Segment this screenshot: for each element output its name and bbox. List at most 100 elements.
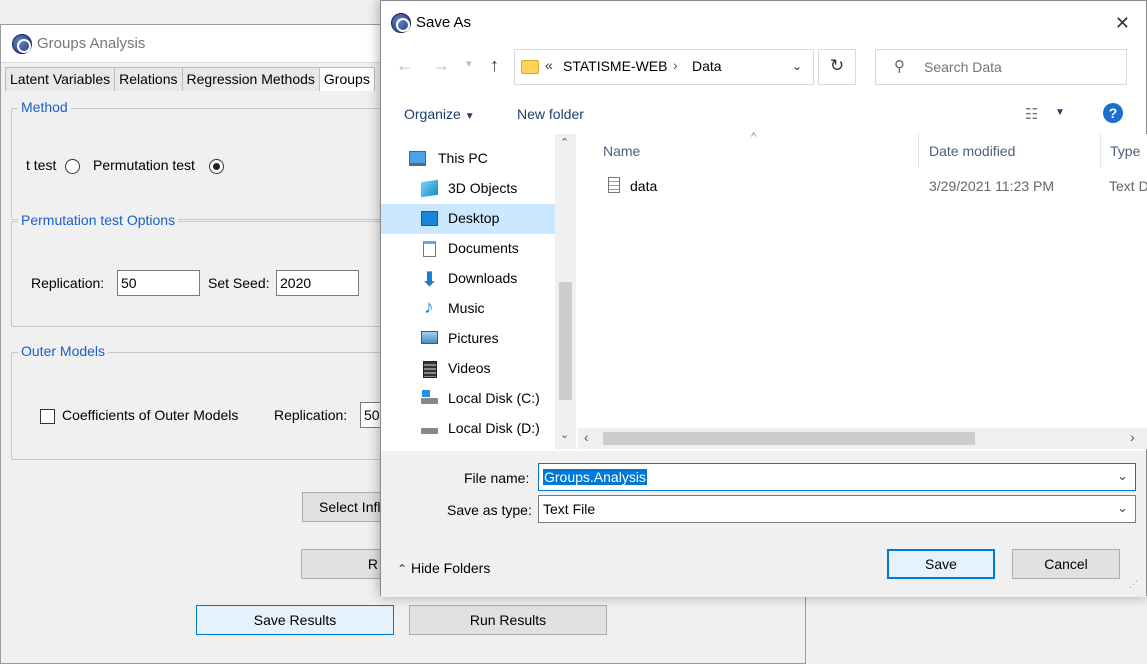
outer-replication-label: Replication: xyxy=(274,407,348,423)
nav-item-label: Local Disk (C:) xyxy=(448,390,540,406)
address-dropdown-icon[interactable]: ⌄ xyxy=(792,59,802,73)
hide-folders-toggle[interactable]: ⌃ Hide Folders xyxy=(397,560,490,576)
cancel-button[interactable]: Cancel xyxy=(1012,549,1120,579)
new-folder-button[interactable]: New folder xyxy=(517,106,584,122)
pc-icon xyxy=(409,151,426,166)
file-name-field[interactable]: Groups.Analysis ⌄ xyxy=(538,463,1136,491)
nav-item-this-pc[interactable]: This PC xyxy=(381,144,555,174)
app-logo-icon xyxy=(391,13,411,33)
nav-item-label: Downloads xyxy=(448,270,518,286)
nav-item-documents[interactable]: Documents xyxy=(381,234,555,264)
address-row: ← → ▾ ↑ « STATISME-WEB › Data ⌄ ↻ ⚲ xyxy=(381,45,1146,89)
dialog-toolbar: Organize ▼ New folder ☷ ▼ ? xyxy=(381,97,1146,133)
nav-item-local-disk-d[interactable]: Local Disk (D:) xyxy=(381,414,555,444)
nav-scrollbar[interactable]: ⌃ ⌄ xyxy=(555,134,576,449)
organize-label: Organize xyxy=(404,106,461,122)
recent-chevron-icon[interactable]: ▾ xyxy=(466,57,472,70)
address-overflow[interactable]: « xyxy=(545,57,553,73)
tab-latent-variables[interactable]: Latent Variables xyxy=(5,67,116,91)
file-row[interactable]: data 3/29/2021 11:23 PM Text D xyxy=(598,175,1147,199)
nav-item-label: 3D Objects xyxy=(448,180,518,196)
save-as-dialog: Save As ✕ ← → ▾ ↑ « STATISME-WEB › Data … xyxy=(380,0,1147,597)
nav-item-pictures[interactable]: Pictures xyxy=(381,324,555,354)
dialog-title-bar: Save As ✕ xyxy=(381,1,1146,45)
help-icon[interactable]: ? xyxy=(1103,103,1123,123)
save-results-button[interactable]: Save Results xyxy=(196,605,394,635)
dialog-title: Save As xyxy=(416,14,472,31)
drive-icon xyxy=(421,428,438,434)
breadcrumb-statisme-web[interactable]: STATISME-WEB xyxy=(563,58,667,74)
outer-models-legend: Outer Models xyxy=(18,343,109,359)
forward-arrow-icon[interactable]: → xyxy=(432,55,450,76)
address-bar[interactable]: « STATISME-WEB › Data ⌄ xyxy=(514,49,814,85)
search-input[interactable] xyxy=(922,56,1117,78)
outer-models-checkbox[interactable] xyxy=(40,409,55,424)
refresh-button[interactable]: ↻ xyxy=(818,49,856,85)
save-as-type-label: Save as type: xyxy=(447,502,532,518)
nav-item-local-disk-c[interactable]: Local Disk (C:) xyxy=(381,384,555,414)
organize-menu[interactable]: Organize ▼ xyxy=(404,106,475,122)
nav-item-music[interactable]: ♪ Music xyxy=(381,294,555,324)
document-icon xyxy=(423,241,436,257)
nav-item-label: Local Disk (D:) xyxy=(448,420,540,436)
sort-ascending-icon: ^ xyxy=(751,131,757,143)
desktop-icon xyxy=(421,211,438,226)
run-results-button[interactable]: Run Results xyxy=(409,605,607,635)
cube-icon xyxy=(421,179,438,198)
tab-regression-methods[interactable]: Regression Methods xyxy=(181,67,320,91)
permutation-test-radio[interactable] xyxy=(209,159,224,174)
view-options-icon[interactable]: ☷ xyxy=(1025,105,1038,123)
set-seed-label: Set Seed: xyxy=(208,275,270,291)
replication-label: Replication: xyxy=(31,275,105,291)
seed-input[interactable] xyxy=(276,270,359,296)
hscroll-thumb[interactable] xyxy=(603,432,975,445)
save-button[interactable]: Save xyxy=(887,549,995,579)
permutation-options-legend: Permutation test Options xyxy=(18,212,179,228)
file-type: Text D xyxy=(1109,178,1147,194)
file-list-hscrollbar[interactable]: ‹ › xyxy=(578,428,1147,449)
music-note-icon: ♪ xyxy=(424,297,434,318)
back-arrow-icon[interactable]: ← xyxy=(396,55,414,76)
tab-relations[interactable]: Relations xyxy=(114,67,183,91)
close-icon[interactable]: ✕ xyxy=(1115,13,1130,34)
t-test-radio[interactable] xyxy=(65,159,80,174)
chevron-down-icon[interactable]: ⌄ xyxy=(1117,468,1128,484)
up-arrow-icon[interactable]: ↑ xyxy=(490,55,499,76)
nav-item-label: Music xyxy=(448,300,485,316)
chevron-down-icon[interactable]: ⌄ xyxy=(1117,500,1128,516)
film-icon xyxy=(423,361,437,378)
nav-item-label: Desktop xyxy=(448,210,500,226)
nav-scroll-thumb[interactable] xyxy=(559,282,572,400)
column-separator xyxy=(918,134,919,168)
search-box[interactable]: ⚲ xyxy=(875,49,1127,85)
scroll-left-icon[interactable]: ‹ xyxy=(584,429,589,445)
breadcrumb-data[interactable]: Data xyxy=(692,58,722,74)
file-name-label: File name: xyxy=(464,470,530,486)
file-name-value: Groups.Analysis xyxy=(543,469,647,485)
column-header-name[interactable]: Name xyxy=(603,143,640,159)
app-logo-icon xyxy=(12,34,32,54)
permutation-test-label: Permutation test xyxy=(93,157,195,173)
nav-item-3d-objects[interactable]: 3D Objects xyxy=(381,174,555,204)
column-header-date-modified[interactable]: Date modified xyxy=(929,143,1015,159)
file-date-modified: 3/29/2021 11:23 PM xyxy=(929,178,1055,194)
navigation-pane: This PC 3D Objects Desktop Documents ⬇ D… xyxy=(381,134,576,449)
nav-item-desktop[interactable]: Desktop xyxy=(381,204,555,234)
view-chevron-down-icon[interactable]: ▼ xyxy=(1055,107,1065,118)
nav-item-label: Videos xyxy=(448,360,491,376)
tab-bar: Latent Variables Relations Regression Me… xyxy=(5,67,375,91)
save-as-type-select[interactable]: Text File ⌄ xyxy=(538,495,1136,523)
scroll-down-icon[interactable]: ⌄ xyxy=(560,428,569,441)
resize-grip-icon[interactable]: ⋰ xyxy=(1129,579,1138,590)
search-icon: ⚲ xyxy=(894,58,905,75)
column-header-type[interactable]: Type xyxy=(1110,143,1140,159)
method-legend: Method xyxy=(18,99,71,115)
replication-input[interactable] xyxy=(117,270,200,296)
nav-item-videos[interactable]: Videos xyxy=(381,354,555,384)
nav-item-downloads[interactable]: ⬇ Downloads xyxy=(381,264,555,294)
scroll-right-icon[interactable]: › xyxy=(1130,429,1135,445)
refresh-icon: ↻ xyxy=(829,56,845,75)
folder-icon xyxy=(521,60,539,74)
scroll-up-icon[interactable]: ⌃ xyxy=(560,136,569,149)
tab-groups[interactable]: Groups xyxy=(318,67,375,91)
